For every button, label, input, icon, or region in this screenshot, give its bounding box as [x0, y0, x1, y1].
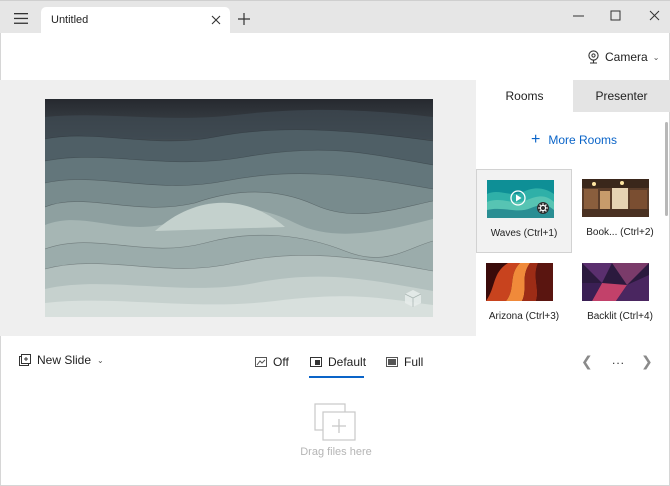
mode-full-button[interactable]: Full [386, 355, 423, 369]
more-options-button[interactable]: ... [612, 353, 625, 367]
slide-drop-zone[interactable]: Drag files here [0, 384, 670, 486]
hamburger-menu-button[interactable] [6, 4, 36, 32]
chevron-down-icon: ⌄ [652, 52, 660, 62]
more-rooms-label: More Rooms [548, 133, 618, 147]
selected-mode-indicator [309, 376, 364, 378]
settings-icon [537, 202, 549, 214]
mode-off-icon [255, 357, 267, 367]
minimize-button[interactable] [565, 5, 591, 25]
tab-title: Untitled [51, 14, 89, 26]
room-label: Arizona (Ctrl+3) [488, 311, 560, 322]
room-arizona[interactable]: Arizona (Ctrl+3) [476, 253, 572, 337]
rooms-panel: Rooms Presenter + More Rooms Waves (Ctrl… [476, 80, 670, 336]
room-thumbnail [487, 180, 554, 218]
plus-icon: + [531, 131, 541, 148]
room-thumbnail [486, 263, 553, 301]
document-tab[interactable]: Untitled [41, 7, 230, 34]
close-window-button[interactable] [641, 5, 667, 25]
toolbar: Camera ⌄ [0, 33, 670, 80]
mode-default-icon [310, 357, 322, 367]
camera-label: Camera [605, 50, 648, 64]
room-label: Backlit (Ctrl+4) [587, 311, 653, 322]
room-preview[interactable] [45, 99, 433, 317]
room-bookstore[interactable]: Book... (Ctrl+2) [572, 169, 668, 253]
tab-presenter[interactable]: Presenter [573, 80, 670, 112]
camera-dropdown[interactable]: Camera ⌄ [587, 48, 659, 66]
room-waves[interactable]: Waves (Ctrl+1) [476, 169, 572, 253]
mode-default-button[interactable]: Default [310, 355, 366, 369]
hamburger-icon [14, 12, 28, 24]
title-bar: Untitled [0, 0, 670, 34]
mode-full-icon [386, 357, 398, 367]
plus-icon[interactable] [236, 11, 252, 27]
chevron-right-icon[interactable]: ❯ [641, 353, 653, 370]
room-thumbnail [582, 179, 649, 217]
room-label: Waves (Ctrl+1) [490, 228, 558, 239]
room-label: Book... (Ctrl+2) [586, 227, 654, 238]
new-slide-icon [19, 354, 31, 366]
webcam-icon [588, 50, 599, 64]
new-slide-button[interactable]: New Slide ⌄ [19, 353, 104, 367]
tab-rooms[interactable]: Rooms [476, 80, 573, 112]
chevron-left-icon[interactable]: ❮ [581, 353, 593, 370]
bottom-bar: New Slide ⌄ Off Default Full ❮ ... ❯ [0, 336, 670, 384]
close-icon[interactable] [210, 14, 222, 26]
drag-files-icon [314, 403, 356, 441]
main-canvas [0, 80, 476, 336]
waves-background [45, 99, 433, 317]
minimize-icon [572, 15, 584, 16]
more-rooms-button[interactable]: + More Rooms [531, 131, 618, 148]
room-backlit[interactable]: Backlit (Ctrl+4) [572, 253, 668, 337]
chevron-down-icon: ⌄ [97, 355, 104, 365]
drop-hint: Drag files here [300, 446, 372, 458]
maximize-button[interactable] [602, 5, 628, 25]
new-slide-label: New Slide [37, 353, 92, 367]
close-icon [649, 10, 659, 20]
mode-off-button[interactable]: Off [255, 355, 289, 369]
maximize-icon [610, 10, 620, 20]
room-thumbnail [582, 263, 649, 301]
